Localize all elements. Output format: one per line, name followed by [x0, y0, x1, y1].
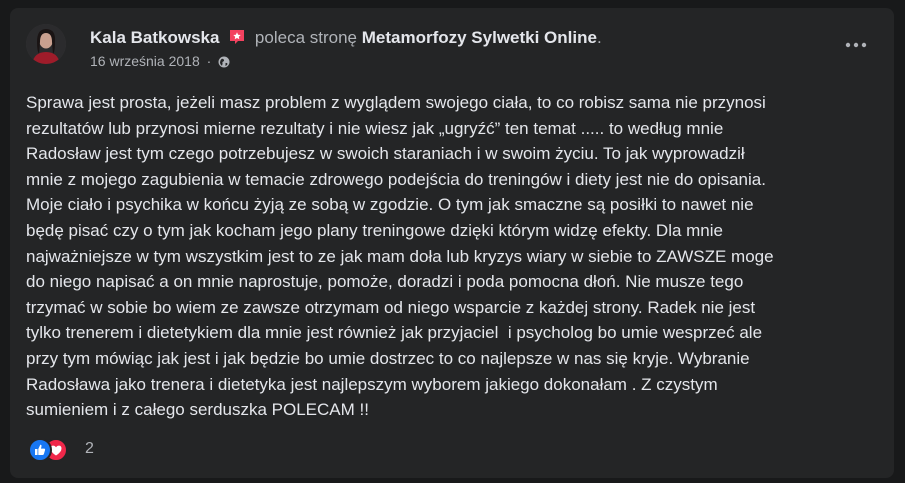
- post-action: poleca stronę: [254, 28, 357, 47]
- avatar-image: [26, 24, 66, 64]
- meta-separator: ·: [206, 53, 212, 69]
- like-icon: [28, 438, 52, 462]
- post-card: Kala Batkowska poleca stronę Metamorfozy…: [10, 8, 894, 478]
- globe-icon[interactable]: [218, 55, 230, 71]
- recommend-star-icon: [228, 28, 246, 51]
- reaction-count[interactable]: 2: [85, 440, 94, 458]
- header-period: .: [596, 28, 602, 47]
- author-name[interactable]: Kala Batkowska: [90, 28, 219, 47]
- post-header: Kala Batkowska poleca stronę Metamorfozy…: [90, 28, 602, 51]
- post-date[interactable]: 16 września 2018: [90, 53, 200, 69]
- post-text: Sprawa jest prosta, jeżeli masz problem …: [26, 93, 774, 420]
- avatar[interactable]: [26, 24, 66, 64]
- post-meta: 16 września 2018 ·: [90, 53, 230, 71]
- page-name[interactable]: Metamorfozy Sylwetki Online: [362, 28, 597, 47]
- more-options-icon[interactable]: [842, 36, 870, 54]
